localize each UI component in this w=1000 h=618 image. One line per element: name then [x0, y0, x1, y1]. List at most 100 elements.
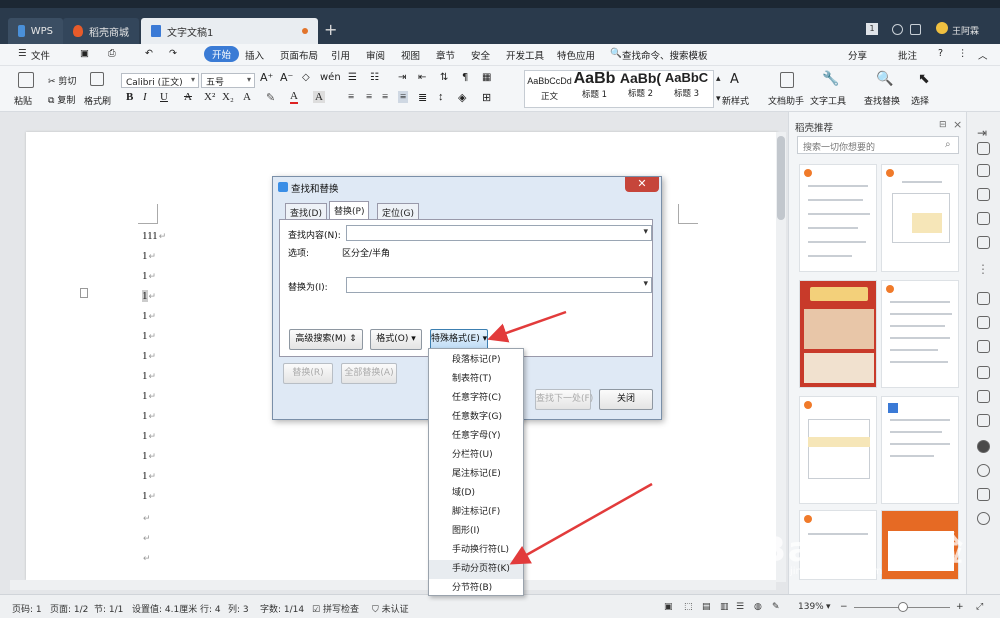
gallery-icon[interactable] [977, 316, 990, 329]
tools-icon[interactable] [977, 236, 990, 249]
align-right-icon[interactable]: ≡ [382, 91, 388, 103]
scroll-thumb[interactable] [777, 136, 785, 220]
menu-security[interactable]: 安全 [471, 48, 490, 62]
scissors-icon[interactable]: ✂ [48, 77, 56, 87]
find-replace-icon[interactable]: 🔍 [876, 71, 893, 87]
strikethrough-button[interactable]: A [184, 91, 192, 103]
new-style-button[interactable]: 新样式 [722, 94, 749, 107]
tab-document[interactable]: 文字文稿1 [141, 18, 318, 44]
web-view-icon[interactable]: ◍ [754, 602, 762, 612]
phonetic-icon[interactable]: wén [320, 72, 341, 83]
gallery-up-icon[interactable]: ▴ [716, 74, 721, 84]
skin-icon[interactable] [910, 24, 921, 35]
template-thumbnail[interactable] [881, 280, 959, 388]
more-icon[interactable]: ⋮ [958, 48, 968, 59]
template-thumbnail[interactable] [799, 396, 877, 504]
select-button[interactable]: 选择 [911, 94, 929, 107]
menu-item-any-digit[interactable]: 任意数字(G) [429, 408, 523, 427]
align-left-icon[interactable]: ≡ [348, 91, 354, 103]
template-thumbnail[interactable] [799, 280, 877, 388]
menu-item-section-break[interactable]: 分节符(B) [429, 579, 523, 598]
clear-format-icon[interactable]: ◇ [302, 72, 310, 83]
distribute-icon[interactable]: ≣ [418, 91, 427, 104]
superscript-button[interactable]: X² [204, 91, 215, 103]
menu-special[interactable]: 特色应用 [557, 48, 595, 62]
tab-docer-store[interactable]: 稻壳商城 [63, 18, 139, 44]
certification-label[interactable]: 未认证 [382, 605, 409, 615]
save-icon[interactable]: ▣ [80, 48, 89, 59]
pin-icon[interactable]: ⊟ [939, 120, 947, 130]
help-icon[interactable]: ? [938, 48, 943, 59]
search-icon[interactable]: ⌕ [945, 139, 951, 150]
tab-wps[interactable]: WPS [8, 18, 63, 44]
eye-protect-icon[interactable]: ▣ [664, 602, 673, 612]
copy-label[interactable]: 复制 [57, 96, 75, 106]
indent-icon[interactable]: ⇥ [398, 72, 406, 83]
text-effect-icon[interactable]: A [243, 91, 251, 103]
find-replace-button[interactable]: 查找替换 [864, 94, 900, 107]
share-label[interactable]: 分享 [848, 51, 867, 62]
font-color-icon[interactable]: A [290, 91, 298, 104]
wrench-icon[interactable]: 🔧 [822, 71, 839, 87]
style-heading-1[interactable]: AaBb 标题 1 [572, 70, 617, 108]
horizontal-scrollbar[interactable] [10, 580, 776, 590]
table-borders-icon[interactable]: ⊞ [482, 91, 491, 104]
cursor-icon[interactable]: ⬉ [918, 71, 930, 87]
read-mode-icon[interactable]: ▤ [702, 602, 711, 612]
menu-insert[interactable]: 插入 [245, 48, 264, 62]
paste-label[interactable]: 粘贴 [14, 94, 32, 107]
shading-icon[interactable]: ◈ [458, 91, 466, 104]
menu-item-any-char[interactable]: 任意字符(C) [429, 389, 523, 408]
docer-icon[interactable] [977, 440, 990, 453]
menu-item-graphic[interactable]: 图形(I) [429, 522, 523, 541]
search-icon[interactable]: 🔍 [610, 48, 622, 59]
menu-view[interactable]: 视图 [401, 48, 420, 62]
page-counter[interactable]: 1 [866, 23, 878, 35]
tab-replace[interactable]: 替换(P) [329, 201, 370, 220]
replace-button[interactable]: 替换(R) [283, 363, 333, 384]
menu-item-any-letter[interactable]: 任意字母(Y) [429, 427, 523, 446]
bold-button[interactable]: B [126, 91, 133, 103]
sync-icon[interactable] [892, 24, 903, 35]
avatar[interactable] [936, 22, 948, 34]
collapse-icon[interactable]: ︿ [978, 48, 988, 62]
outline-view-icon[interactable]: ☰ [736, 602, 744, 612]
menu-item-footnote[interactable]: 脚注标记(F) [429, 503, 523, 522]
align-center-icon[interactable]: ≡ [366, 91, 372, 103]
style-normal[interactable]: AaBbCcDd 正文 [527, 70, 572, 108]
vertical-scrollbar[interactable] [776, 132, 786, 582]
show-marks-icon[interactable]: ¶ [462, 72, 468, 83]
copy-icon[interactable]: ⧉ [48, 96, 54, 106]
share-icon[interactable] [977, 340, 990, 353]
numbering-icon[interactable]: ☷ [370, 72, 379, 83]
button-label[interactable]: 高级搜索(M) [295, 334, 346, 344]
sort-icon[interactable]: ⇅ [440, 72, 448, 83]
full-screen-icon[interactable]: ⬚ [684, 602, 693, 612]
history-icon[interactable] [977, 464, 990, 477]
cut-label[interactable]: 剪切 [58, 77, 76, 87]
print-icon[interactable]: ⎙ [108, 48, 116, 59]
outdent-icon[interactable]: ⇤ [418, 72, 426, 83]
write-mode-icon[interactable]: ✎ [772, 602, 780, 612]
template-thumbnail[interactable] [881, 396, 959, 504]
user-name[interactable]: 王阿霖 [952, 24, 979, 37]
bullets-icon[interactable]: ☰ [348, 72, 357, 83]
menu-developer[interactable]: 开发工具 [506, 48, 544, 62]
grow-font-icon[interactable]: A⁺ [260, 71, 273, 84]
line-spacing-icon[interactable]: ↕ [438, 91, 444, 103]
collapse-panel-icon[interactable]: ⇥ [977, 126, 990, 140]
menu-references[interactable]: 引用 [331, 48, 350, 62]
zoom-dropdown-icon[interactable]: ▾ [826, 602, 831, 612]
borders-icon[interactable]: ▦ [482, 72, 491, 83]
spell-check-label[interactable]: 拼写检查 [323, 605, 359, 615]
template-icon[interactable] [977, 292, 990, 305]
image-icon[interactable] [977, 414, 990, 427]
menu-item-paragraph-mark[interactable]: 段落标记(P) [429, 351, 523, 370]
font-size-select[interactable]: 五号 [201, 73, 255, 88]
checkbox-icon[interactable]: ☑ [312, 605, 320, 615]
format-painter-label[interactable]: 格式刷 [84, 94, 111, 107]
paragraph-options-icon[interactable] [80, 288, 88, 298]
shapes-icon[interactable] [977, 188, 990, 201]
close-button[interactable]: ✕ [625, 177, 659, 192]
paste-icon[interactable] [18, 72, 34, 88]
